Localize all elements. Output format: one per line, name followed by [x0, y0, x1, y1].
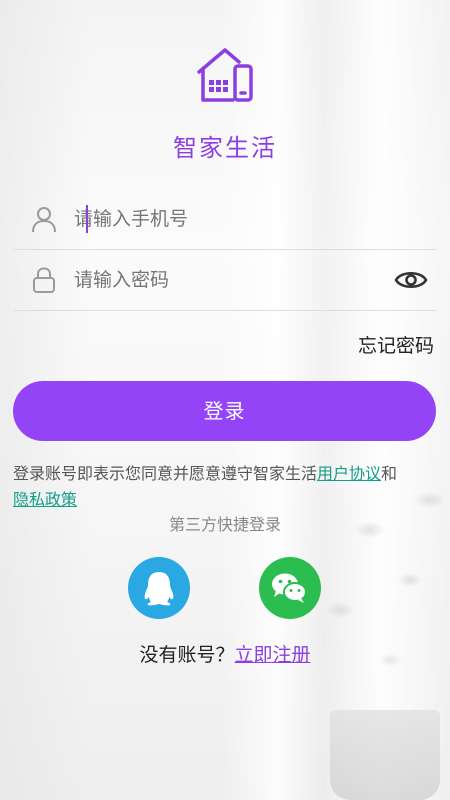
- lock-icon: [30, 266, 58, 294]
- qq-icon: [144, 572, 174, 606]
- agreement-prefix: 登录账号即表示您同意并愿意遵守智家生活: [13, 464, 318, 483]
- wechat-icon: [272, 573, 307, 603]
- password-field[interactable]: [14, 250, 436, 311]
- phone-input[interactable]: [74, 203, 374, 235]
- privacy-policy-link[interactable]: 隐私政策: [13, 490, 77, 509]
- smart-home-icon: [195, 44, 255, 106]
- background-pot: [330, 710, 440, 800]
- wechat-login-button[interactable]: [259, 557, 321, 619]
- third-party-title: 第三方快捷登录: [168, 515, 281, 534]
- register-prompt: 没有账号？立即注册: [0, 640, 450, 667]
- forgot-password-link[interactable]: 忘记密码: [358, 331, 434, 358]
- eye-icon[interactable]: [394, 268, 428, 292]
- register-prompt-text: 没有账号？: [139, 644, 235, 666]
- register-link[interactable]: 立即注册: [235, 644, 311, 666]
- app-title: 智家生活: [173, 134, 277, 162]
- user-agreement-link[interactable]: 用户协议: [317, 464, 381, 483]
- user-icon: [30, 205, 58, 233]
- qq-login-button[interactable]: [128, 557, 190, 619]
- agreement-text: 登录账号即表示您同意并愿意遵守智家生活用户协议和隐私政策: [13, 461, 438, 513]
- text-caret: [86, 205, 88, 233]
- phone-field[interactable]: [14, 189, 436, 250]
- agreement-conjunction: 和: [381, 464, 398, 483]
- password-input[interactable]: [74, 264, 374, 296]
- login-button[interactable]: 登录: [13, 381, 436, 441]
